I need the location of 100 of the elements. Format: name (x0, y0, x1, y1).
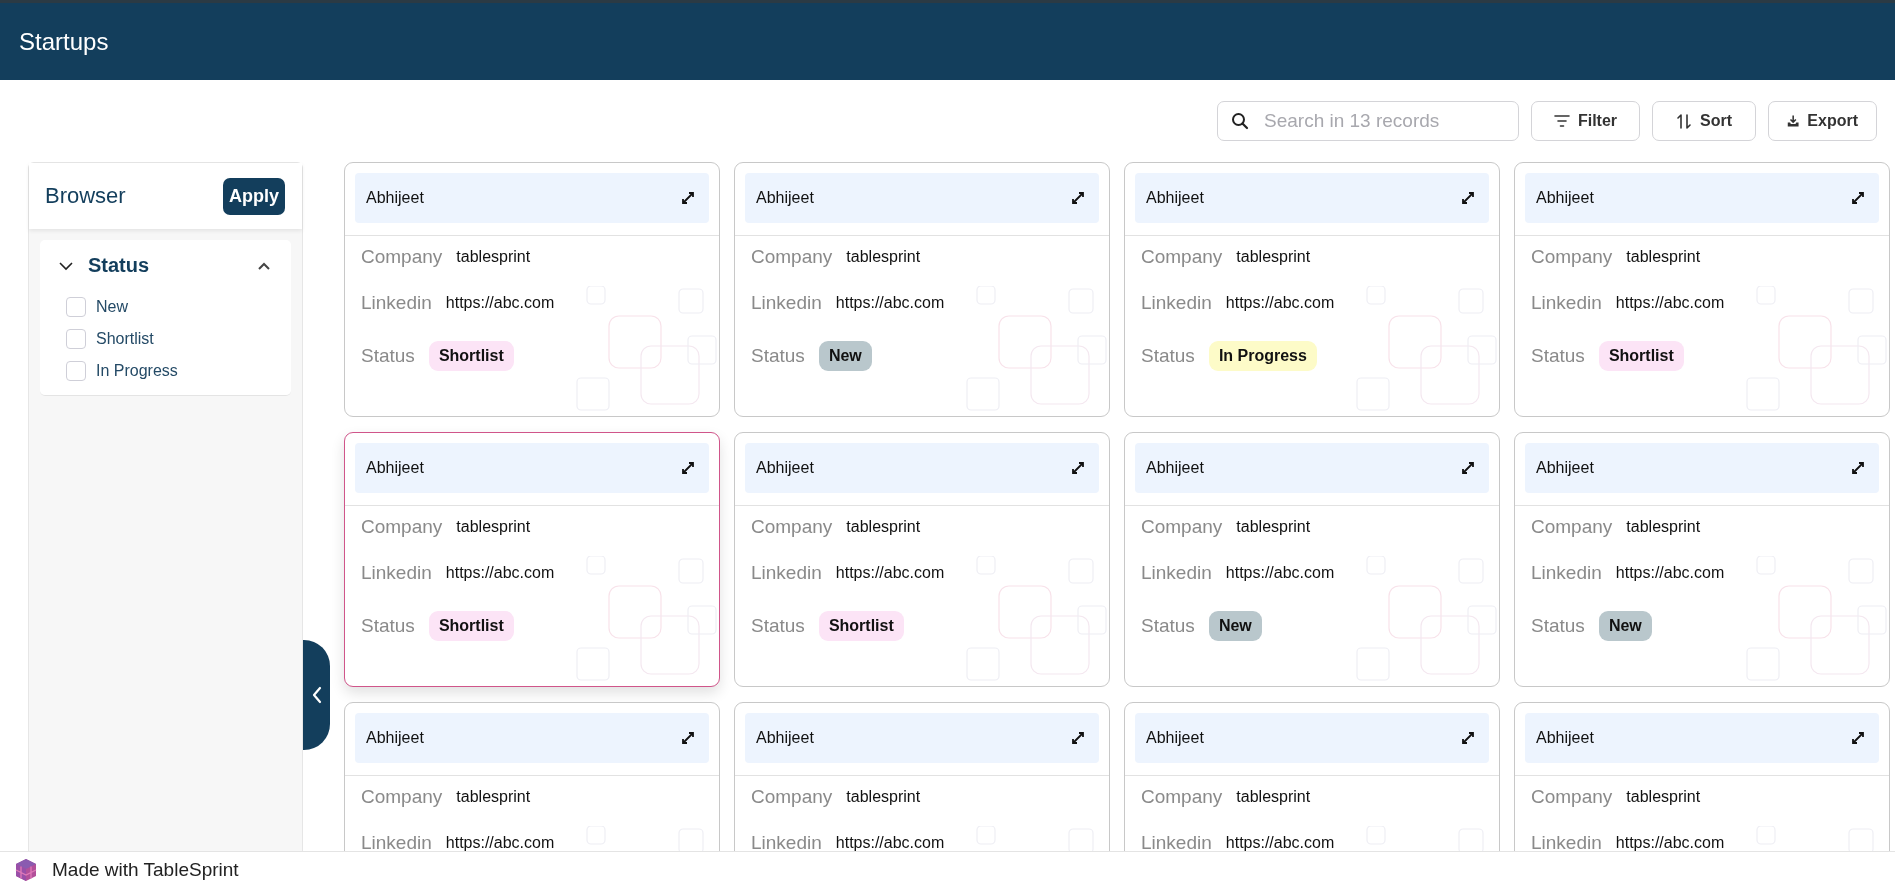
field-label: Status (1531, 344, 1585, 367)
filter-button[interactable]: Filter (1531, 101, 1640, 141)
field-label: Linkedin (1531, 291, 1602, 314)
field-value: https://abc.com (1225, 563, 1335, 582)
checkbox[interactable] (66, 361, 86, 381)
expand-button[interactable] (1071, 461, 1085, 475)
group-title: Status (88, 254, 151, 277)
record-card[interactable]: Abhijeet Company tablesprint Linkedin https://abc.com Status Shortlist (1514, 162, 1890, 417)
filter-icon (1553, 113, 1570, 129)
expand-button[interactable] (1461, 461, 1475, 475)
field-label: Status (361, 614, 415, 637)
option-label[interactable]: In Progress (96, 362, 178, 380)
status-badge: Shortlist (428, 610, 514, 641)
record-card[interactable]: Abhijeet Company tablesprint Linkedin https://abc.com (1124, 702, 1500, 851)
field-label: Company (751, 516, 833, 538)
field-value: tablesprint (1236, 518, 1311, 536)
expand-arrows-icon (1851, 461, 1865, 475)
field-label: Company (1141, 786, 1223, 808)
record-name: Abhijeet (1536, 459, 1594, 477)
expand-button[interactable] (1071, 731, 1085, 745)
field-value: tablesprint (456, 788, 531, 806)
expand-button[interactable] (1461, 191, 1475, 205)
field-label: Company (1531, 786, 1613, 808)
option-label[interactable]: Shortlist (96, 330, 154, 348)
option-label[interactable]: New (96, 298, 128, 316)
status-badge: Shortlist (428, 340, 514, 371)
field-label: Company (751, 246, 833, 268)
record-card[interactable]: Abhijeet Company tablesprint Linkedin https://abc.com Status New (1514, 432, 1890, 687)
field-label: Linkedin (1531, 831, 1602, 851)
field-label: Company (1531, 516, 1613, 538)
checkbox[interactable] (66, 297, 86, 317)
field-value: tablesprint (846, 248, 921, 266)
expand-button[interactable] (1851, 191, 1865, 205)
field-value: tablesprint (846, 788, 921, 806)
export-button[interactable]: Export (1768, 101, 1877, 141)
record-card[interactable]: Abhijeet Company tablesprint Linkedin https://abc.com (344, 702, 720, 851)
record-card[interactable]: Abhijeet Company tablesprint Linkedin https://abc.com Status Shortlist (734, 432, 1110, 687)
footer-text[interactable]: Made with TableSprint (52, 859, 239, 881)
record-name: Abhijeet (1536, 189, 1594, 207)
field-value: https://abc.com (835, 293, 945, 312)
record-name: Abhijeet (756, 189, 814, 207)
record-card[interactable]: Abhijeet Company tablesprint Linkedin https://abc.com Status New (1124, 432, 1500, 687)
expand-button[interactable] (681, 461, 695, 475)
record-card[interactable]: Abhijeet Company tablesprint Linkedin https://abc.com Status Shortlist (344, 162, 720, 417)
field-label: Linkedin (361, 561, 432, 584)
field-value: tablesprint (1626, 518, 1701, 536)
field-value: https://abc.com (445, 563, 555, 582)
expand-arrows-icon (1851, 731, 1865, 745)
collapse-sidebar-button[interactable] (303, 640, 330, 750)
record-name: Abhijeet (756, 459, 814, 477)
field-label: Linkedin (1141, 561, 1212, 584)
field-label: Linkedin (751, 291, 822, 314)
field-value: tablesprint (456, 248, 531, 266)
record-name: Abhijeet (1146, 729, 1204, 747)
status-badge: Shortlist (818, 610, 904, 641)
field-label: Status (751, 344, 805, 367)
field-label: Status (751, 614, 805, 637)
record-card[interactable]: Abhijeet Company tablesprint Linkedin https://abc.com Status In Progress (1124, 162, 1500, 417)
record-name: Abhijeet (366, 459, 424, 477)
expand-button[interactable] (1851, 461, 1865, 475)
expand-arrows-icon (1461, 191, 1475, 205)
field-value: tablesprint (1236, 248, 1311, 266)
record-card[interactable]: Abhijeet Company tablesprint Linkedin https://abc.com (734, 702, 1110, 851)
field-value: https://abc.com (1615, 563, 1725, 582)
checkbox[interactable] (66, 329, 86, 349)
expand-arrows-icon (1071, 461, 1085, 475)
field-label: Company (361, 516, 443, 538)
record-name: Abhijeet (366, 189, 424, 207)
status-badge: New (1208, 610, 1262, 641)
apply-button[interactable]: Apply (223, 177, 285, 215)
field-label: Company (1531, 246, 1613, 268)
expand-button[interactable] (681, 731, 695, 745)
expand-button[interactable] (1461, 731, 1475, 745)
download-icon (1787, 113, 1800, 129)
record-card[interactable]: Abhijeet Company tablesprint Linkedin https://abc.com Status Shortlist (344, 432, 720, 687)
record-name: Abhijeet (1146, 189, 1204, 207)
field-label: Linkedin (361, 831, 432, 851)
expand-button[interactable] (1071, 191, 1085, 205)
field-value: https://abc.com (835, 833, 945, 851)
field-label: Company (1141, 516, 1223, 538)
expand-button[interactable] (1851, 731, 1865, 745)
field-label: Company (751, 786, 833, 808)
record-name: Abhijeet (1146, 459, 1204, 477)
sort-button[interactable]: Sort (1652, 101, 1756, 141)
expand-button[interactable] (681, 191, 695, 205)
field-label: Linkedin (1141, 291, 1212, 314)
status-badge: In Progress (1208, 340, 1317, 371)
record-card[interactable]: Abhijeet Company tablesprint Linkedin https://abc.com Status New (734, 162, 1110, 417)
cube-logo-icon (14, 858, 38, 882)
field-label: Status (361, 344, 415, 367)
record-card[interactable]: Abhijeet Company tablesprint Linkedin https://abc.com (1514, 702, 1890, 851)
field-value: tablesprint (1236, 788, 1311, 806)
field-label: Company (1141, 246, 1223, 268)
field-label: Linkedin (751, 831, 822, 851)
expand-arrows-icon (1071, 731, 1085, 745)
field-value: tablesprint (456, 518, 531, 536)
status-group-header[interactable]: Status (40, 254, 291, 277)
field-value: https://abc.com (835, 563, 945, 582)
field-value: tablesprint (846, 518, 921, 536)
search-field[interactable]: Search in 13 records (1217, 101, 1519, 141)
